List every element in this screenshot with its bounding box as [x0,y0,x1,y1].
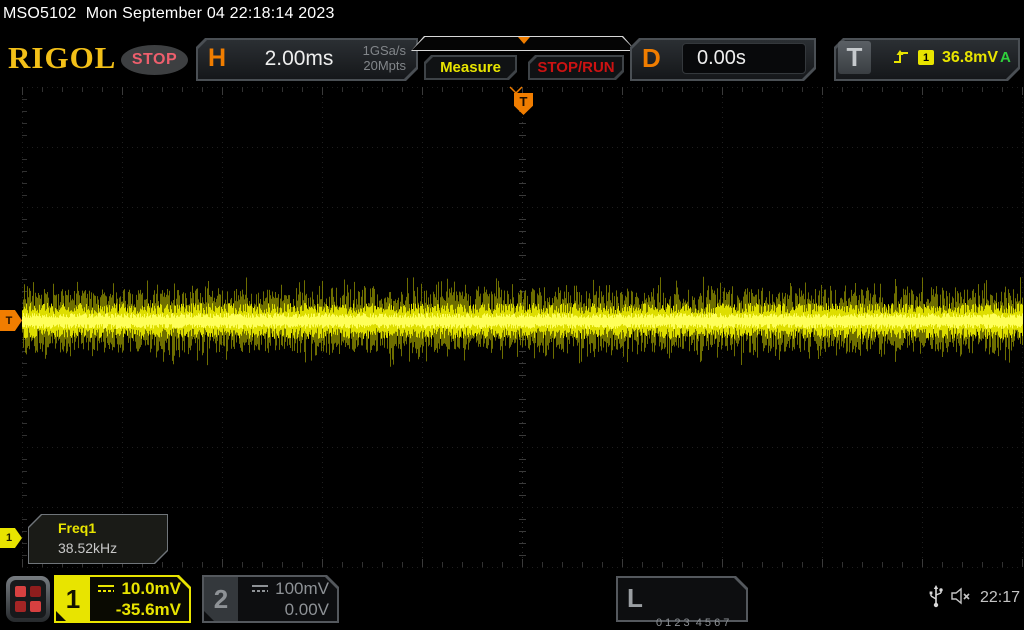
channel1-offset: -35.6mV [115,600,181,619]
acquisition-status-badge[interactable]: STOP [121,45,188,75]
memory-depth: 20Mpts [363,58,406,73]
menu-icon [10,580,46,618]
channel2-offset: 0.00V [284,600,329,619]
graticule [22,87,1023,568]
datetime: Mon September 04 22:18:14 2023 [85,5,335,22]
oscilloscope-screen: MSO5102 Mon September 04 22:18:14 2023 R… [0,0,1024,630]
logic-label-tab: L [627,582,643,613]
delay-panel[interactable]: D 0.00s [630,38,816,81]
channel2-box[interactable]: 2 100mV 0.00V [202,575,339,623]
brand-logo: RIGOL [8,40,117,75]
measure-button[interactable]: Measure [424,55,517,80]
titlebar: MSO5102 Mon September 04 22:18:14 2023 [3,5,335,23]
measurement-popup[interactable]: Freq1 38.52kHz [28,514,168,564]
trigger-level-marker[interactable]: T [0,310,22,331]
acquisition-rates: 1GSa/s 20Mpts [363,43,406,73]
trigger-panel[interactable]: T 1 36.8mV A [834,38,1020,81]
logic-row1: 0 1 2 3 4 5 6 7 [656,617,730,629]
model-name: MSO5102 [3,5,77,22]
trigger-level-value: 36.8mV [942,49,999,66]
timebase-value: 2.00ms [264,47,334,70]
clock: 22:17 [980,589,1021,606]
dc-coupling-icon [98,585,115,592]
horizontal-label: H [208,44,227,72]
channel1-scale: 10.0mV [121,579,181,598]
trigger-sweep-mode: A [1000,49,1011,66]
trigger-source-badge: 1 [918,50,934,65]
measurement-value: 38.52kHz [58,540,118,556]
speaker-muted-icon [951,587,970,605]
sample-rate: 1GSa/s [362,43,406,58]
channel2-scale: 100mV [275,579,329,598]
menu-button[interactable] [6,576,50,622]
trigger-tab: T [838,41,871,74]
delay-value-field: 0.00s [682,43,806,74]
usb-icon [929,585,943,608]
channel1-waveform [22,276,1023,367]
channel2-number-tab: 2 [204,577,238,621]
logic-channels-box[interactable]: L 0 1 2 3 4 5 6 7 8 9 1011 12131415 [616,576,748,629]
stop-run-button[interactable]: STOP/RUN [528,55,624,80]
channel1-box[interactable]: 1 10.0mV -35.6mV [54,575,191,623]
delay-label: D [642,43,661,73]
horizontal-panel[interactable]: H 2.00ms 1GSa/s 20Mpts [196,38,418,81]
channel1-number-tab: 1 [56,577,90,621]
dc-coupling-icon [252,585,269,592]
trigger-slope-icon [894,50,908,63]
overview-trigger-marker[interactable] [518,37,530,44]
measurement-name: Freq1 [58,520,97,536]
trigger-position-chevron-icon [509,86,523,94]
ch1-ground-marker[interactable]: 1 [0,528,22,548]
